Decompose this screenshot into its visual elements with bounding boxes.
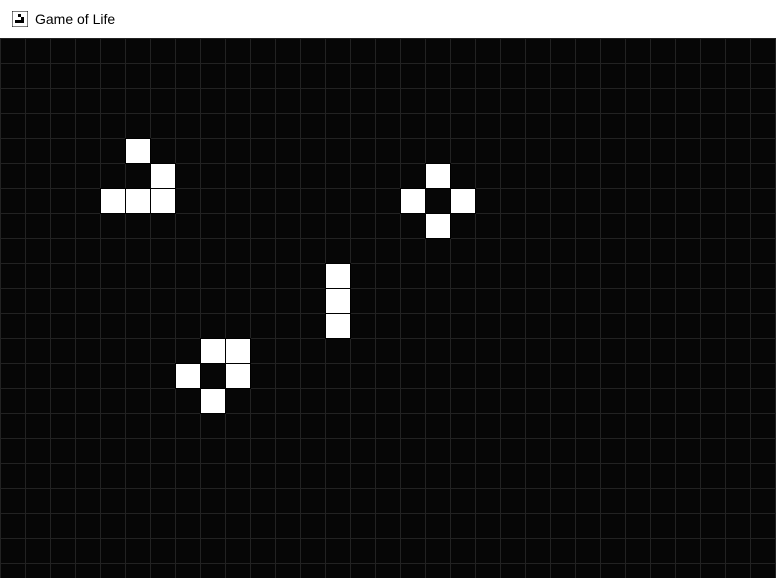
live-cell[interactable] xyxy=(150,188,176,214)
live-cell[interactable] xyxy=(175,363,201,389)
board-background xyxy=(0,38,776,578)
live-cell[interactable] xyxy=(100,188,126,214)
live-cell[interactable] xyxy=(425,213,451,239)
live-cell[interactable] xyxy=(450,188,476,214)
live-cell[interactable] xyxy=(150,163,176,189)
live-cell[interactable] xyxy=(200,388,226,414)
cell-grid[interactable] xyxy=(0,38,776,578)
live-cell[interactable] xyxy=(225,363,251,389)
game-board[interactable] xyxy=(0,38,776,578)
live-cell[interactable] xyxy=(125,138,151,164)
live-cell[interactable] xyxy=(325,313,351,339)
app-window: Game of Life xyxy=(0,0,776,578)
game-of-life-icon xyxy=(12,11,28,27)
title-bar: Game of Life xyxy=(0,0,776,38)
live-cell[interactable] xyxy=(125,188,151,214)
live-cell[interactable] xyxy=(400,188,426,214)
live-cell[interactable] xyxy=(225,338,251,364)
live-cell[interactable] xyxy=(425,163,451,189)
live-cell[interactable] xyxy=(325,288,351,314)
live-cell[interactable] xyxy=(325,263,351,289)
window-title: Game of Life xyxy=(35,11,116,27)
live-cell[interactable] xyxy=(200,338,226,364)
